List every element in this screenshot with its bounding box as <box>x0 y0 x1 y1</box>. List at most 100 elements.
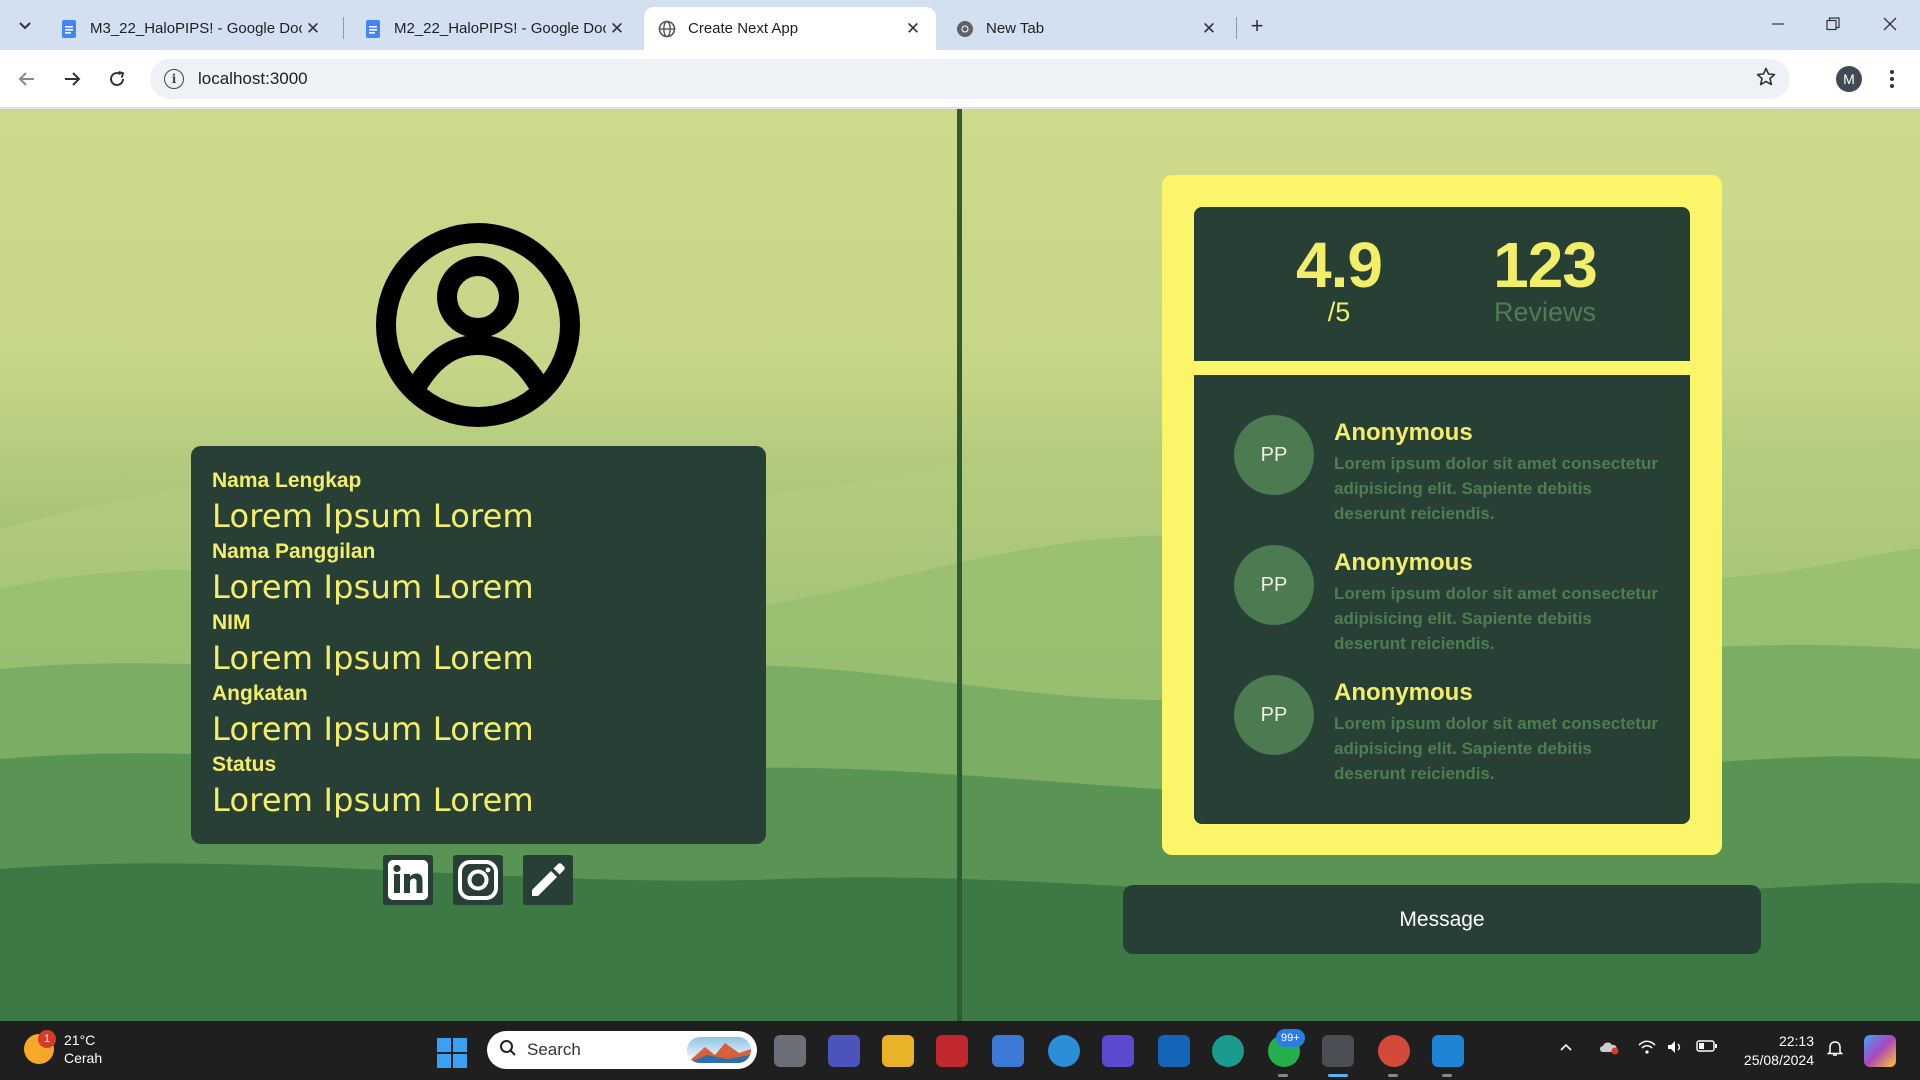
review-item: PP Anonymous Lorem ipsum dolor sit amet … <box>1234 675 1674 795</box>
reload-icon <box>110 71 125 86</box>
field-value-status: Lorem Ipsum Lorem <box>212 781 534 819</box>
search-placeholder: Search <box>527 1040 581 1059</box>
review-text: Lorem ipsum dolor sit amet consectetur a… <box>1334 454 1659 523</box>
tab-create-next-app[interactable]: Create Next App ✕ <box>644 7 936 50</box>
tab-title: New Tab <box>986 20 1045 37</box>
instagram-link[interactable] <box>453 855 503 905</box>
close-tab-icon[interactable]: ✕ <box>902 18 924 40</box>
new-tab-button[interactable]: + <box>1243 12 1271 40</box>
tab-search-button[interactable] <box>10 10 40 40</box>
copilot-preview-icon[interactable] <box>1864 1035 1896 1067</box>
battery-icon[interactable] <box>1696 1039 1718 1058</box>
page-content: Nama Lengkap Lorem Ipsum Lorem Nama Pang… <box>0 109 1920 1021</box>
tab-m2-halopips[interactable]: M2_22_HaloPIPS! - Google Doc ✕ <box>350 7 640 50</box>
rating-stats: 4.9 /5 123 Reviews <box>1194 207 1690 361</box>
reviewer-avatar: PP <box>1234 545 1314 625</box>
arrow-left-icon <box>18 72 34 86</box>
review-item: PP Anonymous Lorem ipsum dolor sit amet … <box>1234 545 1674 665</box>
bookmark-star-icon[interactable] <box>1756 67 1776 91</box>
field-value-angkatan: Lorem Ipsum Lorem <box>212 710 534 748</box>
weather-badge: 1 <box>38 1030 56 1048</box>
taskbar-clock[interactable]: 22:13 25/08/2024 <box>1734 1032 1814 1070</box>
active-indicator <box>1328 1074 1348 1077</box>
field-label-nama-lengkap: Nama Lengkap <box>212 469 362 492</box>
tab-new-tab[interactable]: New Tab ✕ <box>942 7 1232 50</box>
close-tab-icon[interactable]: ✕ <box>606 18 628 40</box>
arrow-right-icon <box>65 72 81 86</box>
teams-icon[interactable] <box>828 1035 860 1067</box>
rating-score-block: 4.9 /5 <box>1274 233 1404 327</box>
close-window-button[interactable] <box>1870 8 1910 40</box>
rating-score-suffix: /5 <box>1327 297 1351 327</box>
running-indicator <box>1388 1074 1398 1077</box>
globe-icon <box>658 20 676 38</box>
restore-button[interactable] <box>1813 8 1853 40</box>
mcafee-icon[interactable] <box>936 1035 968 1067</box>
whatsapp-badge: 99+ <box>1276 1029 1305 1047</box>
weather-sun-icon: 1 <box>24 1030 56 1064</box>
vscode-icon[interactable] <box>1432 1035 1464 1067</box>
tray-chevron-up-icon[interactable] <box>1558 1039 1574 1060</box>
review-panel: 4.9 /5 123 Reviews PP Anonymous Lorem ip… <box>1162 175 1722 855</box>
browser-tab-strip: M3_22_HaloPIPS! - Google Doc ✕ M2_22_Hal… <box>0 0 1920 50</box>
address-bar[interactable]: i localhost:3000 <box>150 59 1790 99</box>
field-label-nama-panggilan: Nama Panggilan <box>212 540 376 563</box>
search-highlight-image <box>687 1037 751 1063</box>
clock-time: 22:13 <box>1778 1033 1814 1049</box>
help-icon[interactable] <box>1048 1035 1080 1067</box>
instagram-icon <box>458 860 498 900</box>
chrome-icon[interactable] <box>1378 1035 1410 1067</box>
reviewer-name: Anonymous <box>1334 419 1473 446</box>
edit-link[interactable] <box>523 855 573 905</box>
task-view-icon[interactable] <box>774 1035 806 1067</box>
running-indicator <box>1278 1074 1288 1077</box>
close-tab-icon[interactable]: ✕ <box>1198 18 1220 40</box>
copilot-icon[interactable] <box>1102 1035 1134 1067</box>
tab-separator <box>343 17 344 39</box>
wifi-icon[interactable] <box>1637 1039 1657 1060</box>
notifications-bell-icon[interactable] <box>1826 1039 1844 1062</box>
close-tab-icon[interactable]: ✕ <box>302 18 324 40</box>
onedrive-icon[interactable] <box>1598 1039 1620 1060</box>
chrome-profile-icon[interactable] <box>1322 1035 1354 1067</box>
running-indicator <box>1442 1074 1452 1077</box>
tab-m3-halopips[interactable]: M3_22_HaloPIPS! - Google Doc ✕ <box>46 7 336 50</box>
field-value-nama-panggilan: Lorem Ipsum Lorem <box>212 568 534 606</box>
browser-menu-button[interactable] <box>1880 64 1904 94</box>
profile-avatar[interactable]: M <box>1836 66 1862 92</box>
reviews-list: PP Anonymous Lorem ipsum dolor sit amet … <box>1194 375 1690 824</box>
outlook-icon[interactable] <box>1158 1035 1190 1067</box>
review-count-label: Reviews <box>1493 297 1597 327</box>
message-button[interactable]: Message <box>1123 885 1761 954</box>
microsoft-store-icon[interactable] <box>992 1035 1024 1067</box>
field-label-angkatan: Angkatan <box>212 682 308 705</box>
taskbar-search[interactable]: Search <box>487 1031 757 1069</box>
windows-start-icon[interactable] <box>437 1038 467 1068</box>
restore-icon <box>1826 17 1840 31</box>
reload-button[interactable] <box>102 64 132 94</box>
field-label-nim: NIM <box>212 611 251 634</box>
profile-card: Nama Lengkap Lorem Ipsum Lorem Nama Pang… <box>191 446 766 844</box>
reviewer-avatar: PP <box>1234 415 1314 495</box>
url-text: localhost:3000 <box>198 69 308 88</box>
windows-taskbar: 1 21°C Cerah Search 99+ 22:13 25/08/2024 <box>0 1021 1920 1080</box>
edge-icon[interactable] <box>1212 1035 1244 1067</box>
minimize-button[interactable] <box>1758 8 1798 40</box>
tab-separator <box>1236 17 1237 39</box>
weather-widget[interactable]: 1 21°C Cerah <box>24 1030 102 1067</box>
site-info-icon[interactable]: i <box>164 69 184 89</box>
more-vertical-icon <box>1890 70 1894 88</box>
linkedin-link[interactable] <box>383 855 433 905</box>
reviewer-name: Anonymous <box>1334 549 1473 576</box>
field-label-status: Status <box>212 753 277 776</box>
chrome-icon <box>956 20 974 38</box>
forward-button[interactable] <box>57 64 87 94</box>
file-explorer-icon[interactable] <box>882 1035 914 1067</box>
review-item: PP Anonymous Lorem ipsum dolor sit amet … <box>1234 415 1674 535</box>
tab-title: M2_22_HaloPIPS! - Google Doc <box>394 20 606 37</box>
review-text: Lorem ipsum dolor sit amet consectetur a… <box>1334 714 1659 783</box>
volume-icon[interactable] <box>1666 1039 1686 1060</box>
reviewer-avatar: PP <box>1234 675 1314 755</box>
edit-icon <box>532 863 565 896</box>
back-button[interactable] <box>12 64 42 94</box>
